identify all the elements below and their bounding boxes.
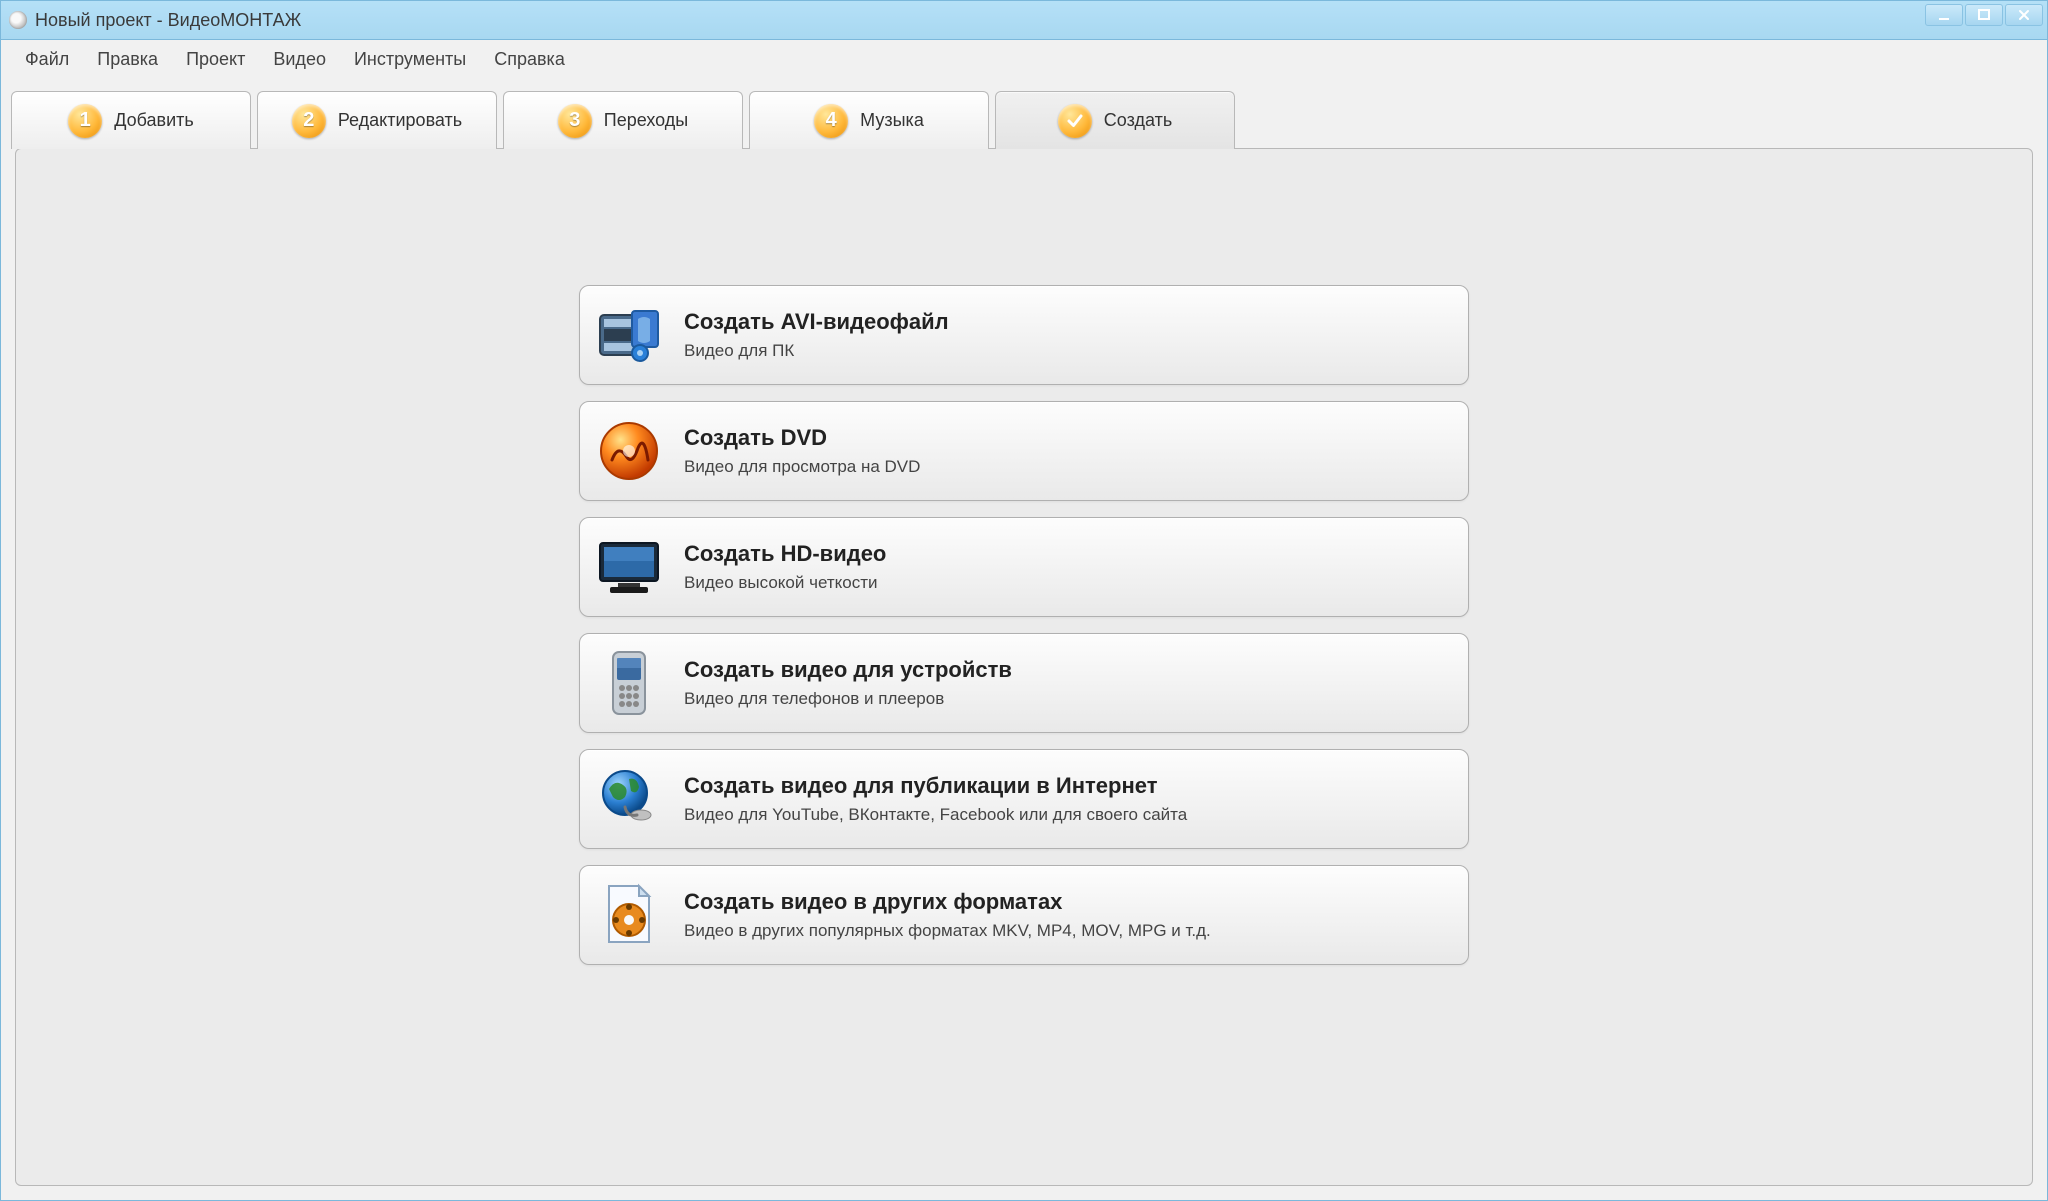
tab-label: Добавить: [114, 110, 194, 131]
content-wrap: Создать AVI-видеофайл Видео для ПК: [0, 148, 2048, 1201]
option-desc: Видео в других популярных форматах MKV, …: [684, 921, 1211, 941]
menu-edit[interactable]: Правка: [83, 45, 172, 74]
close-button[interactable]: [2005, 4, 2043, 26]
option-create-hd[interactable]: Создать HD-видео Видео высокой четкости: [579, 517, 1469, 617]
tabs-row: 1 Добавить 2 Редактировать 3 Переходы 4 …: [0, 78, 2048, 148]
step-number-icon: 3: [558, 104, 592, 138]
tab-label: Редактировать: [338, 110, 462, 131]
tab-add[interactable]: 1 Добавить: [11, 91, 251, 149]
option-desc: Видео для просмотра на DVD: [684, 457, 920, 477]
option-title: Создать DVD: [684, 425, 920, 451]
option-create-other[interactable]: Создать видео в других форматах Видео в …: [579, 865, 1469, 965]
menu-help[interactable]: Справка: [480, 45, 579, 74]
menu-project[interactable]: Проект: [172, 45, 259, 74]
film-clip-icon: [594, 300, 664, 370]
option-create-avi[interactable]: Создать AVI-видеофайл Видео для ПК: [579, 285, 1469, 385]
titlebar: Новый проект - ВидеоМОНТАЖ: [0, 0, 2048, 40]
option-title: Создать видео в других форматах: [684, 889, 1211, 915]
file-format-icon: [594, 880, 664, 950]
globe-internet-icon: [594, 764, 664, 834]
step-number-icon: 2: [292, 104, 326, 138]
window-controls: [1925, 4, 2043, 26]
app-icon: [9, 11, 27, 29]
disc-burn-icon: [594, 416, 664, 486]
tab-transitions[interactable]: 3 Переходы: [503, 91, 743, 149]
menu-instruments[interactable]: Инструменты: [340, 45, 480, 74]
tab-edit[interactable]: 2 Редактировать: [257, 91, 497, 149]
step-number-icon: 4: [814, 104, 848, 138]
option-desc: Видео для ПК: [684, 341, 949, 361]
maximize-button[interactable]: [1965, 4, 2003, 26]
step-number-icon: 1: [68, 104, 102, 138]
option-create-device[interactable]: Создать видео для устройств Видео для те…: [579, 633, 1469, 733]
option-title: Создать видео для устройств: [684, 657, 1012, 683]
window-title: Новый проект - ВидеоМОНТАЖ: [35, 10, 301, 31]
option-desc: Видео высокой четкости: [684, 573, 886, 593]
minimize-button[interactable]: [1925, 4, 1963, 26]
content-panel: Создать AVI-видеофайл Видео для ПК: [15, 148, 2033, 1186]
tab-music[interactable]: 4 Музыка: [749, 91, 989, 149]
tab-create[interactable]: Создать: [995, 91, 1235, 149]
hd-monitor-icon: [594, 532, 664, 602]
option-title: Создать AVI-видеофайл: [684, 309, 949, 335]
menu-video[interactable]: Видео: [259, 45, 340, 74]
checkmark-icon: [1058, 104, 1092, 138]
option-desc: Видео для телефонов и плееров: [684, 689, 1012, 709]
tab-label: Переходы: [604, 110, 688, 131]
option-desc: Видео для YouTube, ВКонтакте, Facebook и…: [684, 805, 1187, 825]
option-title: Создать видео для публикации в Интернет: [684, 773, 1187, 799]
phone-device-icon: [594, 648, 664, 718]
app-window: Новый проект - ВидеоМОНТАЖ Файл Правка П…: [0, 0, 2048, 1201]
menu-file[interactable]: Файл: [11, 45, 83, 74]
option-title: Создать HD-видео: [684, 541, 886, 567]
tab-label: Создать: [1104, 110, 1172, 131]
tab-label: Музыка: [860, 110, 924, 131]
option-create-internet[interactable]: Создать видео для публикации в Интернет …: [579, 749, 1469, 849]
menubar: Файл Правка Проект Видео Инструменты Спр…: [0, 40, 2048, 78]
option-create-dvd[interactable]: Создать DVD Видео для просмотра на DVD: [579, 401, 1469, 501]
